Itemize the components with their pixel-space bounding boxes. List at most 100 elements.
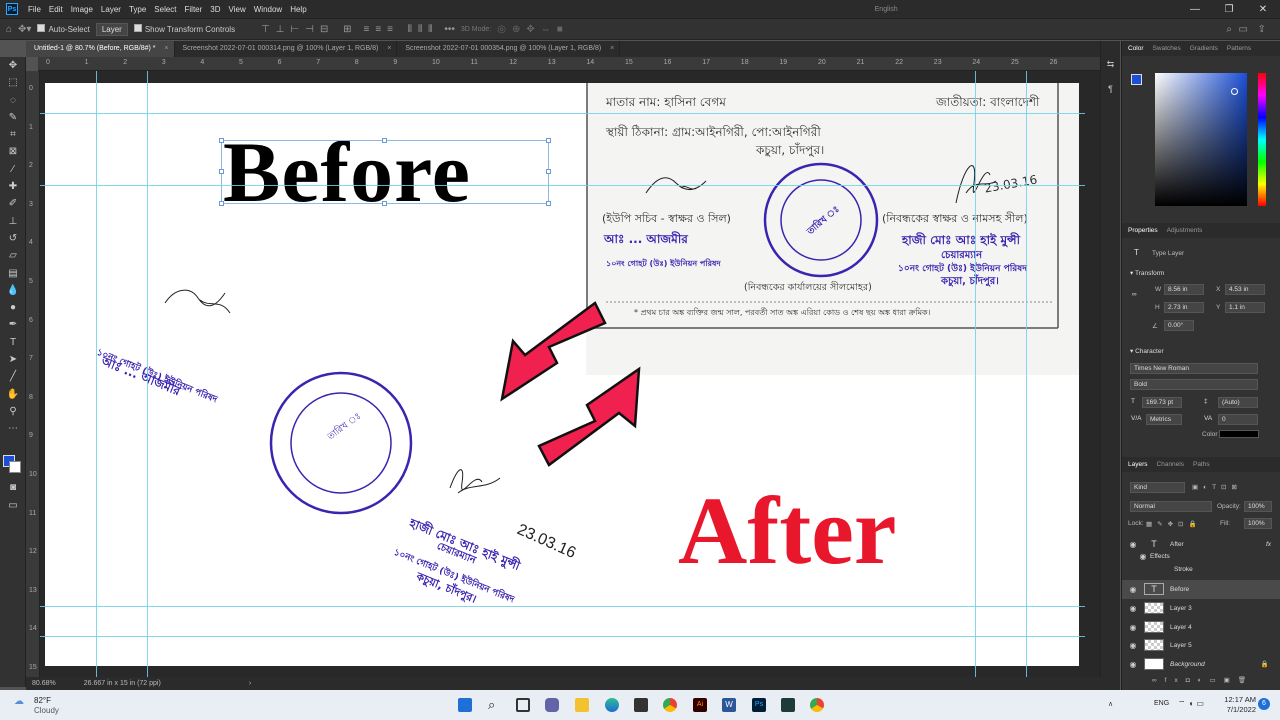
tab-screenshot-000354[interactable]: Screenshot 2022-07-01 000354.png @ 100% … [397,41,621,57]
brush-tool-icon[interactable]: ✐ [0,195,26,212]
edge-icon[interactable] [605,698,619,712]
transform-handle[interactable] [546,169,551,174]
blend-mode-dropdown[interactable]: Normal [1130,501,1212,512]
tab-adjustments[interactable]: Adjustments [1167,227,1203,234]
frame-tool-icon[interactable]: ⊠ [0,143,26,160]
guide-vertical[interactable] [975,71,976,677]
eye-icon[interactable]: ◉ [1122,660,1144,669]
move-tool-icon[interactable]: ✥▾ [18,24,31,35]
menu-window[interactable]: Window [250,5,286,14]
transform-handle[interactable] [546,138,551,143]
layer-kind-filter[interactable]: Kind [1130,482,1185,493]
dodge-tool-icon[interactable]: ● [0,299,26,316]
character-section-label[interactable]: ▾ Character [1130,347,1164,355]
kerning-field[interactable]: Metrics [1146,414,1182,425]
tab-color[interactable]: Color [1128,45,1144,52]
layer-row-before[interactable]: ◉ T Before [1122,580,1280,599]
eye-icon[interactable]: ◉ [1122,641,1144,650]
hand-tool-icon[interactable]: ✋ [0,386,26,403]
eye-icon[interactable]: ◉ [1122,623,1144,632]
gradient-tool-icon[interactable]: ▤ [0,265,26,282]
tray-chevron-icon[interactable]: ∧ [1108,700,1113,708]
menu-image[interactable]: Image [67,5,97,14]
chrome-icon[interactable] [663,698,677,712]
tab-swatches[interactable]: Swatches [1153,45,1181,52]
eye-icon[interactable]: ◉ [1122,540,1144,549]
minimize-button[interactable]: — [1178,4,1212,15]
language-indicator[interactable]: English [871,6,902,13]
foreground-color-chip[interactable] [1131,74,1142,85]
history-brush-tool-icon[interactable]: ↺ [0,230,26,247]
background-color-swatch[interactable] [9,461,21,473]
guide-vertical[interactable] [96,71,97,677]
guide-horizontal[interactable] [40,636,1085,637]
color-picker-cursor[interactable] [1231,88,1238,95]
workspace-icon[interactable]: ▭ [1239,24,1248,35]
guide-horizontal[interactable] [40,185,1085,186]
layer-row-layer-3[interactable]: ◉ Layer 3 [1122,599,1280,618]
clock[interactable]: 12:17 AM 7/1/2022 [1224,695,1256,715]
color-picker-field[interactable] [1155,73,1247,206]
guide-vertical[interactable] [147,71,148,677]
start-icon[interactable] [458,698,472,712]
layer-filter-icons[interactable]: ▣◐T⊡⊠ [1192,483,1242,491]
quick-select-tool-icon[interactable]: ✎ [0,109,26,126]
align-icons[interactable]: ⊤⊥⊢⊣⊟ ⊞ [261,24,357,35]
menu-edit[interactable]: Edit [45,5,67,14]
chrome-icon[interactable] [810,698,824,712]
file-explorer-icon[interactable] [575,698,589,712]
quick-mask-icon[interactable]: ◙ [0,479,26,496]
more-options-icon[interactable]: ••• [444,24,455,35]
menu-view[interactable]: View [225,5,250,14]
vertical-ruler[interactable]: 0 1 2 3 4 5 6 7 8 9 10 11 12 13 14 15 [26,71,40,677]
distribute-icons[interactable]: ≡≡≡ ⫴⫴⫴ [363,24,438,35]
tab-screenshot-000314[interactable]: Screenshot 2022-07-01 000314.png @ 100% … [175,41,398,57]
y-field[interactable]: 1.1 in [1225,302,1265,313]
store-icon[interactable] [634,698,648,712]
tab-properties[interactable]: Properties [1128,227,1158,234]
path-select-tool-icon[interactable]: ➤ [0,351,26,368]
layers-footer-icons[interactable]: ∞fx◘◐▭▣🗑 [1152,676,1254,684]
text-color-swatch[interactable] [1219,430,1259,438]
menu-file[interactable]: File [24,5,45,14]
task-view-icon[interactable] [516,698,530,712]
notification-badge[interactable]: 6 [1258,698,1270,710]
language-indicator[interactable]: ENG [1154,700,1169,707]
eye-icon[interactable]: ◉ [1122,604,1144,613]
menu-layer[interactable]: Layer [97,5,125,14]
after-text-layer[interactable]: After [678,481,896,581]
width-field[interactable]: 8.56 in [1164,284,1204,295]
transform-handle[interactable] [546,201,551,206]
illustrator-icon[interactable]: Ai [693,698,707,712]
tab-untitled-1[interactable]: Untitled-1 @ 80.7% (Before, RGB/8#) * × [26,41,175,57]
font-family-dropdown[interactable]: Times New Roman [1130,363,1258,374]
leading-field[interactable]: (Auto) [1218,397,1258,408]
chat-icon[interactable] [545,698,559,712]
link-icon[interactable]: ∞ [1132,291,1137,298]
eraser-tool-icon[interactable]: ▱ [0,247,26,264]
move-tool-icon[interactable]: ✥ [0,57,26,74]
x-field[interactable]: 4.53 in [1225,284,1265,295]
crop-tool-icon[interactable]: ⌗ [0,126,26,143]
more-tools-icon[interactable]: ⋯ [0,420,26,437]
fx-icon[interactable]: fx [1266,541,1271,548]
transform-handle[interactable] [219,138,224,143]
eye-icon[interactable]: ◉ [1122,585,1144,594]
zoom-tool-icon[interactable]: ⚲ [0,403,26,420]
auto-select-checkbox[interactable]: Auto-Select [37,24,90,34]
layer-row-layer-4[interactable]: ◉ Layer 4 [1122,618,1280,637]
tab-paths[interactable]: Paths [1193,461,1210,468]
layer-row-background[interactable]: ◉ Background 🔒 [1122,655,1280,674]
transform-handle[interactable] [382,138,387,143]
history-panel-icon[interactable]: ⇆ [1101,59,1120,70]
maximize-button[interactable]: ❐ [1212,4,1246,15]
shape-tool-icon[interactable]: ╱ [0,368,26,385]
tab-gradients[interactable]: Gradients [1190,45,1218,52]
pen-tool-icon[interactable]: ✒ [0,316,26,333]
font-style-dropdown[interactable]: Bold [1130,379,1258,390]
home-icon[interactable]: ⌂ [6,24,12,35]
marquee-tool-icon[interactable]: ⬚ [0,74,26,91]
menu-help[interactable]: Help [286,5,310,14]
tab-patterns[interactable]: Patterns [1227,45,1251,52]
type-tool-icon[interactable]: T [0,334,26,351]
